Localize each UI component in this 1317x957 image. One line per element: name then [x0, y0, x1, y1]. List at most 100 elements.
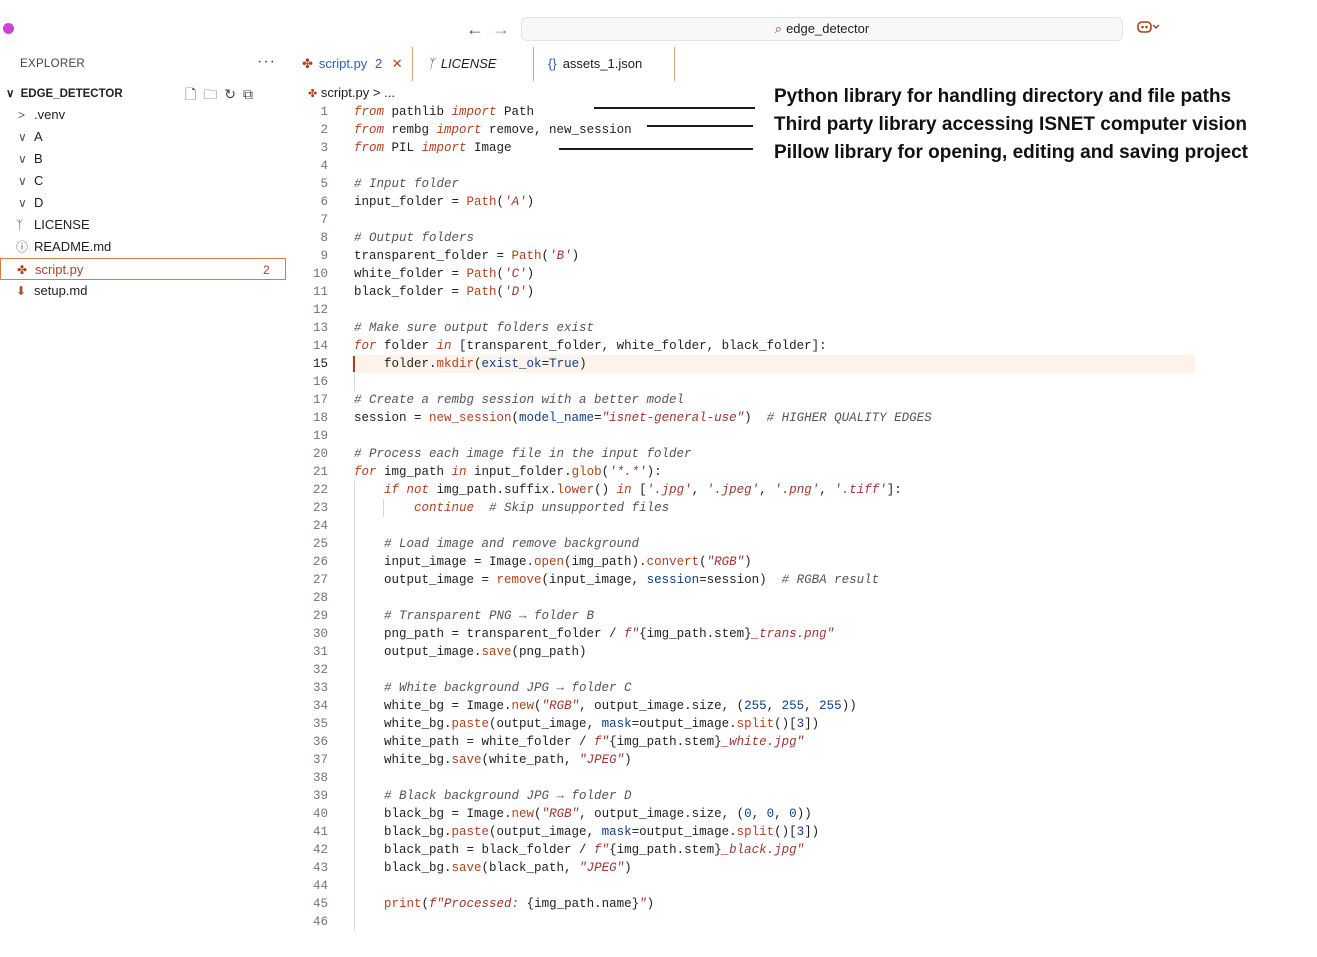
- search-icon: ⌕: [774, 21, 783, 36]
- folder-item-a[interactable]: ∨ A: [0, 126, 286, 148]
- folder-item-d[interactable]: ∨ D: [0, 192, 286, 214]
- line-number: 27: [312, 573, 328, 587]
- folder-item-b[interactable]: ∨ B: [0, 148, 286, 170]
- close-icon[interactable]: ✕: [392, 56, 403, 71]
- file-item-readme-md[interactable]: ⓘ README.md: [0, 236, 286, 258]
- tree-item-label: README.md: [34, 239, 112, 254]
- root-folder-label: EDGE_DETECTOR: [20, 88, 123, 100]
- python-icon: ✤: [17, 263, 28, 277]
- line-number: 45: [312, 897, 328, 911]
- line-number: 43: [312, 861, 328, 875]
- chevron-down-icon: ∨: [18, 196, 27, 210]
- line-number: 29: [312, 609, 328, 623]
- breadcrumb-file[interactable]: script.py: [321, 85, 369, 100]
- line-number: 39: [312, 789, 328, 803]
- chevron-down-icon: ∨: [6, 88, 15, 100]
- copilot-glyph: [1137, 21, 1160, 33]
- new-file-icon[interactable]: 🗋: [185, 86, 196, 102]
- line-number: 21: [312, 465, 328, 479]
- line-number: 16: [312, 375, 328, 389]
- line-number: 15: [312, 357, 328, 371]
- code-text: folder.mkdir(exist_ok=True): [354, 357, 587, 371]
- code-text: white_bg = Image.new("RGB", output_image…: [354, 699, 857, 713]
- explorer-root[interactable]: ∨ EDGE_DETECTOR: [6, 86, 123, 100]
- line-number: 38: [312, 771, 328, 785]
- license-icon: ᛉ: [16, 218, 24, 232]
- tab-license[interactable]: ᛉ LICENSE: [413, 47, 534, 81]
- code-text: black_bg.save(black_path, "JPEG"): [354, 861, 632, 875]
- file-item-setup-md[interactable]: ⬇ setup.md: [0, 280, 286, 302]
- code-text: input_folder = Path('A'): [354, 195, 535, 209]
- code-text: # Process each image file in the input f…: [354, 447, 692, 461]
- code-text: # Transparent PNG → folder B: [384, 609, 595, 623]
- indent-guide: [354, 481, 355, 931]
- file-item-script-py[interactable]: ✤ script.py 2: [0, 258, 286, 280]
- tree-item-label: LICENSE: [34, 217, 90, 232]
- code-text: # Black background JPG → folder D: [384, 789, 632, 803]
- copilot-icon[interactable]: [1136, 19, 1160, 38]
- code-text: print(f"Processed: {img_path.name}"): [384, 897, 655, 911]
- line-number: 10: [312, 267, 328, 281]
- code-text: from pathlib import Path: [354, 105, 535, 119]
- code-text: png_path = transparent_folder / f"{img_p…: [354, 627, 835, 641]
- line-number: 46: [312, 915, 328, 929]
- line-number: 13: [312, 321, 328, 335]
- line-number: 2: [320, 123, 328, 137]
- code-text: # White background JPG → folder C: [384, 681, 632, 695]
- forward-arrow-icon[interactable]: →: [492, 19, 510, 40]
- chevron-down-icon: ∨: [18, 174, 27, 188]
- line-number: 14: [312, 339, 328, 353]
- line-number: 5: [320, 177, 328, 191]
- collapse-all-icon[interactable]: ⧉: [243, 86, 253, 102]
- code-text: black_path = black_folder / f"{img_path.…: [354, 843, 805, 857]
- code-text: input_image = Image.open(img_path).conve…: [354, 555, 752, 569]
- indent-guide: [383, 499, 384, 517]
- info-icon: ⓘ: [16, 240, 29, 254]
- code-text: transparent_folder = Path('B'): [354, 249, 580, 263]
- folder-item-venv[interactable]: > .venv: [0, 104, 286, 126]
- code-text: continue # Skip unsupported files: [414, 501, 670, 515]
- tree-item-label: A: [34, 129, 43, 144]
- line-number: 20: [312, 447, 328, 461]
- tree-item-label: D: [34, 195, 44, 210]
- tree-item-label: B: [34, 151, 43, 166]
- code-text: # Input folder: [354, 177, 460, 191]
- line-number: 4: [320, 159, 328, 173]
- code-text: white_bg.save(white_path, "JPEG"): [354, 753, 632, 767]
- refresh-icon[interactable]: ↻: [224, 86, 236, 102]
- code-text: # Load image and remove background: [384, 537, 640, 551]
- python-icon: ✤: [302, 56, 313, 71]
- code-text: for folder in [transparent_folder, white…: [354, 339, 827, 353]
- breadcrumb: ✤ script.py > ...: [308, 85, 395, 100]
- line-number: 36: [312, 735, 328, 749]
- code-text: # Make sure output folders exist: [354, 321, 595, 335]
- chevron-down-icon: ∨: [18, 130, 27, 144]
- line-number: 9: [320, 249, 328, 263]
- code-text: white_path = white_folder / f"{img_path.…: [354, 735, 805, 749]
- annotation-pathlib: Python library for handling directory an…: [774, 86, 1232, 107]
- breadcrumb-more[interactable]: ...: [384, 85, 395, 100]
- tab-script-py[interactable]: ✤ script.py 2 ✕: [296, 47, 413, 81]
- folder-item-c[interactable]: ∨ C: [0, 170, 286, 192]
- line-number: 37: [312, 753, 328, 767]
- problem-badge: 2: [263, 263, 270, 277]
- chevron-down-icon: ∨: [18, 152, 27, 166]
- code-text: output_image.save(png_path): [354, 645, 587, 659]
- line-number: 40: [312, 807, 328, 821]
- back-arrow-icon[interactable]: ←: [466, 19, 484, 40]
- line-number: 11: [312, 285, 328, 299]
- line-number: 17: [312, 393, 328, 407]
- line-number: 41: [312, 825, 328, 839]
- explorer-more-icon[interactable]: ···: [257, 53, 276, 71]
- line-number: 31: [312, 645, 328, 659]
- line-number: 18: [312, 411, 328, 425]
- file-item-license[interactable]: ᛉ LICENSE: [0, 214, 286, 236]
- command-center-search[interactable]: ⌕ edge_detector: [521, 17, 1123, 41]
- chevron-right-icon: >: [18, 108, 26, 122]
- code-text: output_image = remove(input_image, sessi…: [354, 573, 880, 587]
- new-folder-icon[interactable]: 🗀: [203, 86, 217, 102]
- tab-assets-json[interactable]: {} assets_1.json: [534, 47, 675, 81]
- search-text: edge_detector: [786, 21, 870, 36]
- line-number: 26: [312, 555, 328, 569]
- annotation-line: [594, 107, 755, 109]
